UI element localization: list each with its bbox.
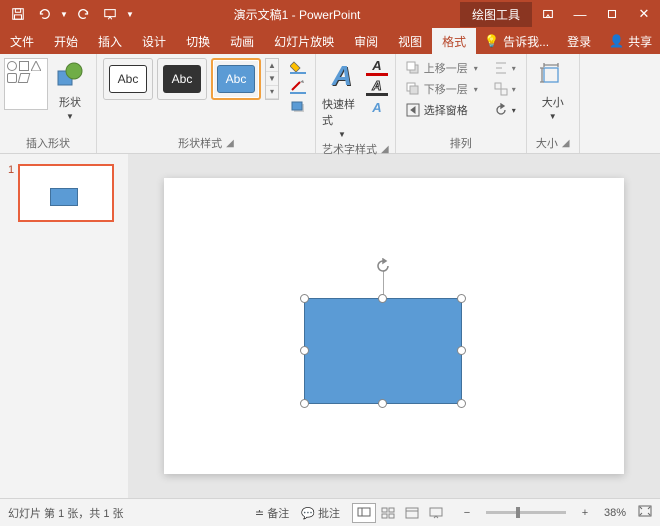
selected-rectangle-shape[interactable]	[304, 298, 462, 404]
work-area: 1	[0, 154, 660, 498]
resize-handle-s[interactable]	[378, 399, 387, 408]
bring-forward-button[interactable]: 上移一层▾	[402, 58, 482, 78]
zoom-in-button[interactable]: +	[578, 507, 592, 519]
resize-handle-ne[interactable]	[457, 294, 466, 303]
fit-to-window-button[interactable]	[638, 505, 652, 520]
minimize-button[interactable]: —	[564, 2, 596, 26]
style-swatch-2[interactable]: Abc	[157, 58, 207, 100]
style-swatch-1[interactable]: Abc	[103, 58, 153, 100]
tell-me-button[interactable]: 💡告诉我...	[476, 28, 557, 54]
notes-button[interactable]: ≐ 备注	[255, 505, 289, 521]
resize-handle-n[interactable]	[378, 294, 387, 303]
shapes-gallery[interactable]	[6, 58, 46, 110]
rotation-handle[interactable]	[374, 257, 392, 275]
login-button[interactable]: 登录	[557, 28, 601, 54]
align-button[interactable]: ▾	[490, 58, 520, 78]
undo-button[interactable]	[32, 2, 56, 26]
tab-home[interactable]: 开始	[44, 28, 88, 54]
title-bar: ▼ ▼ 演示文稿1 - PowerPoint 绘图工具 — ✕	[0, 0, 660, 28]
sorter-view-button[interactable]	[376, 503, 400, 523]
group-insert-shapes: 形状▼ 插入形状	[0, 54, 97, 153]
dialog-launcher-icon[interactable]: ◢	[562, 138, 570, 149]
close-button[interactable]: ✕	[628, 2, 660, 26]
slide-thumbnails-pane[interactable]: 1	[0, 154, 128, 498]
size-button[interactable]: 大小▼	[533, 58, 573, 121]
zoom-out-button[interactable]: −	[460, 507, 474, 519]
rotate-button[interactable]: ▾	[490, 100, 520, 120]
tab-file[interactable]: 文件	[0, 28, 44, 54]
start-slideshow-button[interactable]	[98, 2, 122, 26]
selection-pane-button[interactable]: 选择窗格	[402, 100, 482, 120]
normal-view-button[interactable]	[352, 503, 376, 523]
qa-customize-icon[interactable]: ▼	[124, 2, 136, 26]
quick-access-toolbar: ▼ ▼	[0, 2, 142, 26]
share-button[interactable]: 👤共享	[601, 28, 660, 54]
tab-design[interactable]: 设计	[132, 28, 176, 54]
slide-canvas[interactable]	[164, 178, 624, 474]
group-shape-styles: Abc Abc Abc ▲▼▾ 形状样式◢	[97, 54, 316, 153]
group-arrange: 上移一层▾ 下移一层▾ 选择窗格 ▾ ▾ ▾ 排列	[396, 54, 527, 153]
save-button[interactable]	[6, 2, 30, 26]
tab-transitions[interactable]: 切换	[176, 28, 220, 54]
shape-fill-button[interactable]	[287, 58, 309, 76]
text-outline-button[interactable]: A	[366, 78, 388, 96]
chevron-down-icon: ▼	[66, 112, 74, 121]
reading-view-button[interactable]	[400, 503, 424, 523]
resize-handle-nw[interactable]	[300, 294, 309, 303]
quick-styles-button[interactable]: A 快速样式▼	[322, 58, 362, 139]
group-button[interactable]: ▾	[490, 79, 520, 99]
redo-button[interactable]	[72, 2, 96, 26]
dialog-launcher-icon[interactable]: ◢	[226, 138, 234, 149]
resize-handle-w[interactable]	[300, 346, 309, 355]
group-size: 大小▼ 大小◢	[527, 54, 580, 153]
thumbnail-shape	[50, 188, 78, 206]
tab-animations[interactable]: 动画	[220, 28, 264, 54]
lightbulb-icon: 💡	[484, 34, 499, 48]
slide-counter[interactable]: 幻灯片 第 1 张，共 1 张	[8, 505, 124, 521]
maximize-button[interactable]	[596, 2, 628, 26]
ribbon: 形状▼ 插入形状 Abc Abc Abc ▲▼▾ 形状样式◢ A 快速样式▼	[0, 54, 660, 154]
slide-thumbnail-1[interactable]	[18, 164, 114, 222]
style-swatch-3[interactable]: Abc	[211, 58, 261, 100]
shapes-button[interactable]: 形状▼	[50, 58, 90, 121]
ribbon-display-options-button[interactable]	[532, 2, 564, 26]
status-bar: 幻灯片 第 1 张，共 1 张 ≐ 备注 💬 批注 − + 38%	[0, 498, 660, 526]
resize-handle-e[interactable]	[457, 346, 466, 355]
share-icon: 👤	[609, 34, 624, 48]
tab-insert[interactable]: 插入	[88, 28, 132, 54]
text-effects-button[interactable]: A	[366, 98, 388, 116]
shape-outline-button[interactable]	[287, 78, 309, 96]
dialog-launcher-icon[interactable]: ◢	[381, 144, 389, 155]
shape-effects-button[interactable]	[287, 98, 309, 116]
tab-review[interactable]: 审阅	[344, 28, 388, 54]
tab-slideshow[interactable]: 幻灯片放映	[264, 28, 344, 54]
resize-handle-se[interactable]	[457, 399, 466, 408]
shapes-preview-icon	[4, 58, 48, 110]
undo-dropdown-icon[interactable]: ▼	[58, 2, 70, 26]
send-backward-button[interactable]: 下移一层▾	[402, 79, 482, 99]
tab-view[interactable]: 视图	[388, 28, 432, 54]
document-title: 演示文稿1 - PowerPoint	[142, 6, 452, 23]
zoom-slider[interactable]	[486, 511, 566, 514]
style-gallery-more[interactable]: ▲▼▾	[265, 58, 279, 100]
zoom-level[interactable]: 38%	[604, 507, 626, 519]
contextual-tab-label: 绘图工具	[460, 2, 532, 27]
tab-format[interactable]: 格式	[432, 28, 476, 54]
slide-canvas-area[interactable]	[128, 154, 660, 498]
resize-handle-sw[interactable]	[300, 399, 309, 408]
slideshow-view-button[interactable]	[424, 503, 448, 523]
comments-button[interactable]: 💬 批注	[301, 505, 340, 521]
slide-number: 1	[8, 164, 14, 222]
group-wordart-styles: A 快速样式▼ A A A 艺术字样式◢	[316, 54, 396, 153]
text-fill-button[interactable]: A	[366, 58, 388, 76]
ribbon-tabs: 文件 开始 插入 设计 切换 动画 幻灯片放映 审阅 视图 格式 💡告诉我...…	[0, 28, 660, 54]
